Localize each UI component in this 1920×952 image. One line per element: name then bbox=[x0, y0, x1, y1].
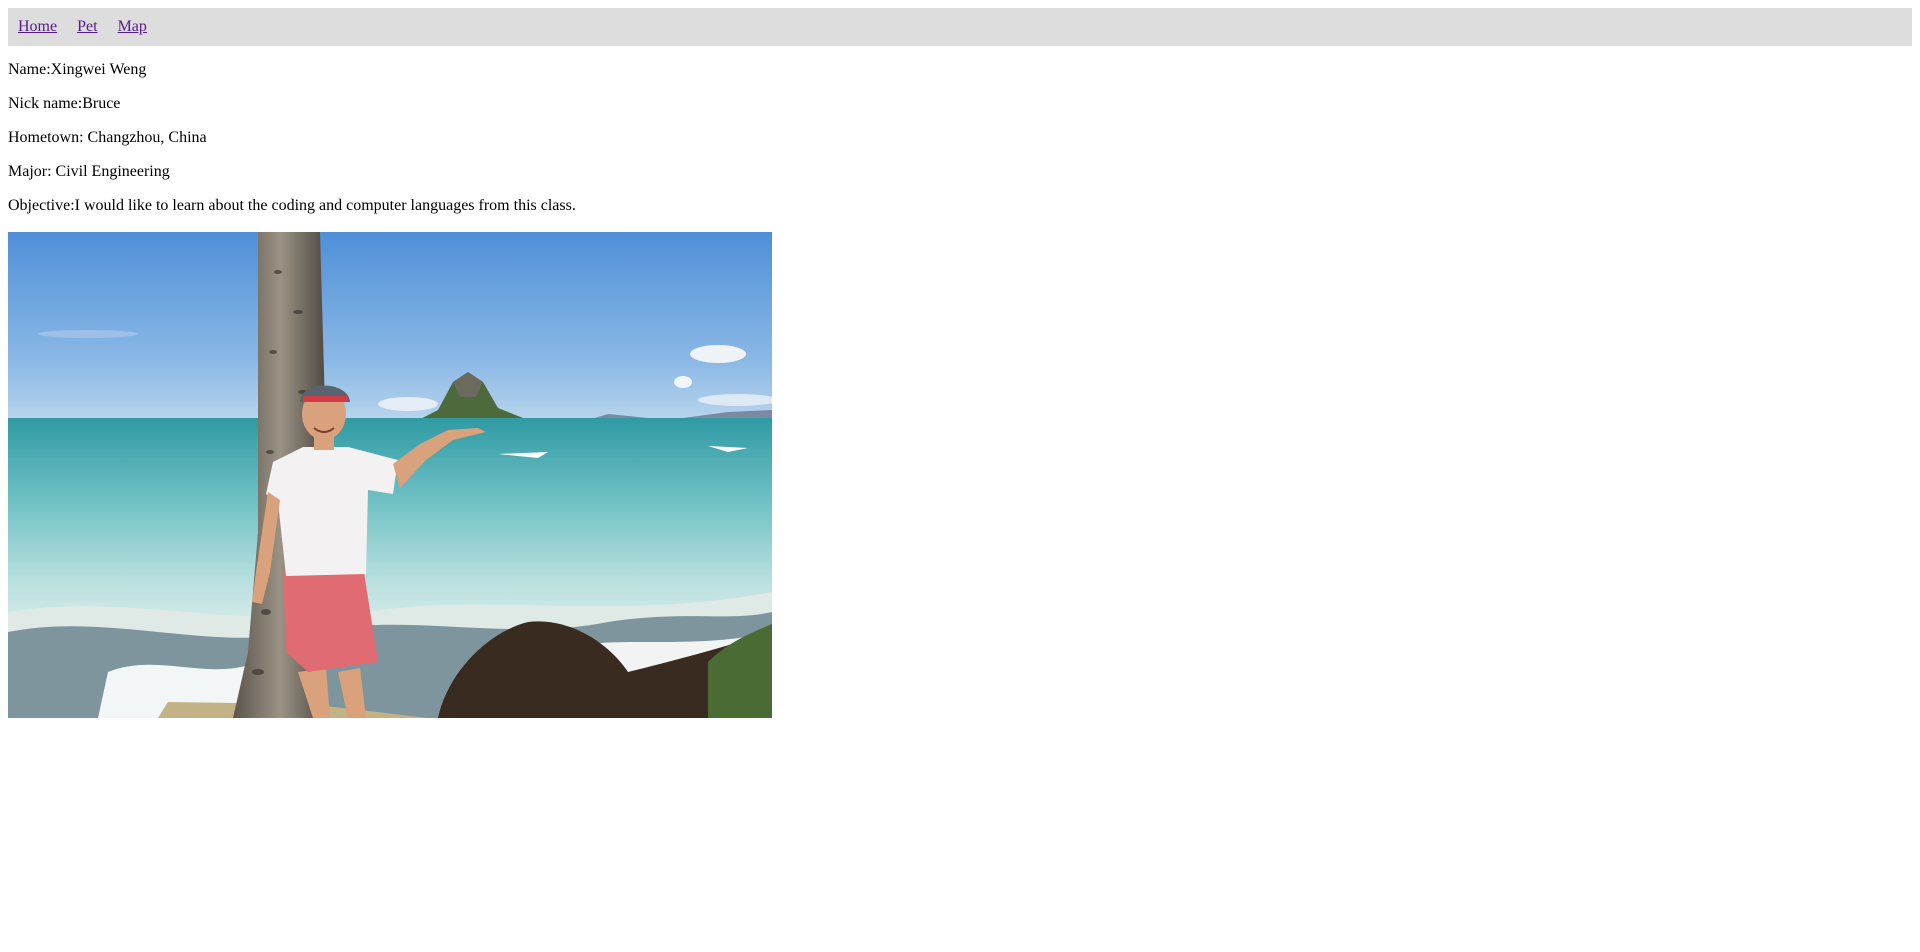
top-nav-bar: Home Pet Map bbox=[8, 8, 1912, 46]
profile-objective: Objective:I would like to learn about th… bbox=[8, 197, 576, 214]
nav-link-pet[interactable]: Pet bbox=[77, 17, 97, 37]
profile-name: Name:Xingwei Weng bbox=[8, 61, 147, 78]
profile-hometown: Hometown: Changzhou, China bbox=[8, 129, 207, 146]
profile-major: Major: Civil Engineering bbox=[8, 163, 170, 180]
profile-nickname: Nick name:Bruce bbox=[8, 95, 121, 112]
nav-link-home[interactable]: Home bbox=[18, 17, 57, 37]
nav-link-map[interactable]: Map bbox=[118, 17, 147, 37]
profile-photo bbox=[8, 232, 772, 718]
